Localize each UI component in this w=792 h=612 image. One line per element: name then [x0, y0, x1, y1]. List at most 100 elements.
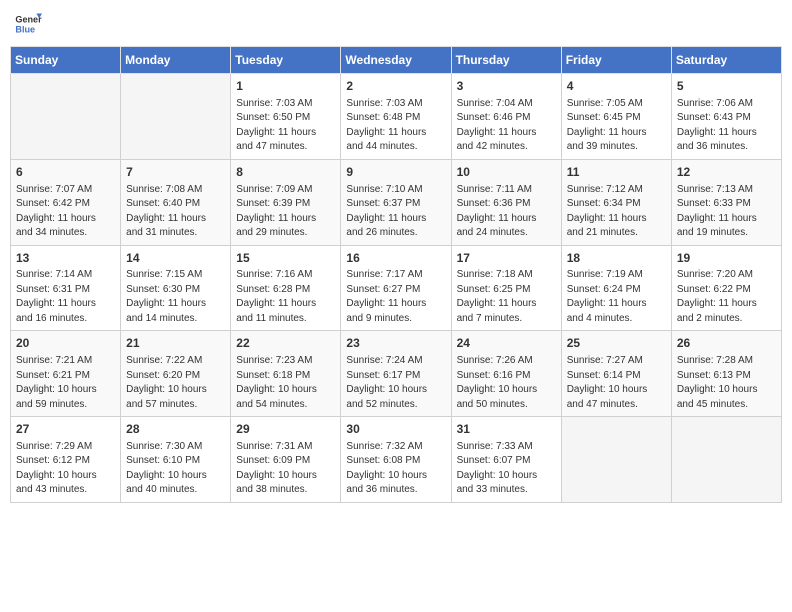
day-info: Sunrise: 7:07 AM Sunset: 6:42 PM Dayligh…	[16, 183, 115, 241]
calendar-cell: 27 Sunrise: 7:29 AM Sunset: 6:12 PM Dayli…	[11, 417, 121, 503]
day-info: Sunrise: 7:31 AM Sunset: 6:09 PM Dayligh…	[236, 440, 335, 498]
day-info: Sunrise: 7:04 AM Sunset: 6:46 PM Dayligh…	[457, 97, 556, 155]
day-number: 24	[457, 335, 556, 352]
day-number: 31	[457, 421, 556, 438]
day-number: 18	[567, 250, 666, 267]
day-info: Sunrise: 7:23 AM Sunset: 6:18 PM Dayligh…	[236, 354, 335, 412]
day-info: Sunrise: 7:32 AM Sunset: 6:08 PM Dayligh…	[346, 440, 445, 498]
day-number: 1	[236, 78, 335, 95]
day-info: Sunrise: 7:12 AM Sunset: 6:34 PM Dayligh…	[567, 183, 666, 241]
calendar-cell: 23 Sunrise: 7:24 AM Sunset: 6:17 PM Dayli…	[341, 331, 451, 417]
day-number: 8	[236, 164, 335, 181]
calendar-cell: 7Sunrise: 7:08 AM Sunset: 6:40 PM Daylig…	[121, 159, 231, 245]
calendar-cell: 13Sunrise: 7:14 AM Sunset: 6:31 PM Dayli…	[11, 245, 121, 331]
day-header-wednesday: Wednesday	[341, 47, 451, 74]
day-info: Sunrise: 7:20 AM Sunset: 6:22 PM Dayligh…	[677, 268, 776, 326]
calendar-cell: 12 Sunrise: 7:13 AM Sunset: 6:33 PM Dayli…	[671, 159, 781, 245]
calendar-cell: 8 Sunrise: 7:09 AM Sunset: 6:39 PM Daylig…	[231, 159, 341, 245]
day-info: Sunrise: 7:33 AM Sunset: 6:07 PM Dayligh…	[457, 440, 556, 498]
calendar-cell	[121, 74, 231, 160]
day-info: Sunrise: 7:03 AM Sunset: 6:48 PM Dayligh…	[346, 97, 445, 155]
day-info: Sunrise: 7:15 AM Sunset: 6:30 PM Dayligh…	[126, 268, 225, 326]
logo-icon: General Blue	[14, 10, 42, 38]
day-number: 28	[126, 421, 225, 438]
calendar-cell: 5 Sunrise: 7:06 AM Sunset: 6:43 PM Daylig…	[671, 74, 781, 160]
calendar-cell: 28 Sunrise: 7:30 AM Sunset: 6:10 PM Dayli…	[121, 417, 231, 503]
day-number: 21	[126, 335, 225, 352]
calendar-cell: 29 Sunrise: 7:31 AM Sunset: 6:09 PM Dayli…	[231, 417, 341, 503]
day-info: Sunrise: 7:06 AM Sunset: 6:43 PM Dayligh…	[677, 97, 776, 155]
calendar-cell: 9 Sunrise: 7:10 AM Sunset: 6:37 PM Daylig…	[341, 159, 451, 245]
day-header-saturday: Saturday	[671, 47, 781, 74]
day-info: Sunrise: 7:14 AM Sunset: 6:31 PM Dayligh…	[16, 268, 115, 326]
day-number: 19	[677, 250, 776, 267]
day-info: Sunrise: 7:05 AM Sunset: 6:45 PM Dayligh…	[567, 97, 666, 155]
day-header-tuesday: Tuesday	[231, 47, 341, 74]
calendar-week-row: 13Sunrise: 7:14 AM Sunset: 6:31 PM Dayli…	[11, 245, 782, 331]
calendar-cell: 31 Sunrise: 7:33 AM Sunset: 6:07 PM Dayli…	[451, 417, 561, 503]
day-info: Sunrise: 7:26 AM Sunset: 6:16 PM Dayligh…	[457, 354, 556, 412]
day-info: Sunrise: 7:16 AM Sunset: 6:28 PM Dayligh…	[236, 268, 335, 326]
day-info: Sunrise: 7:09 AM Sunset: 6:39 PM Dayligh…	[236, 183, 335, 241]
calendar-week-row: 20 Sunrise: 7:21 AM Sunset: 6:21 PM Dayli…	[11, 331, 782, 417]
calendar-cell: 10Sunrise: 7:11 AM Sunset: 6:36 PM Dayli…	[451, 159, 561, 245]
day-number: 9	[346, 164, 445, 181]
day-info: Sunrise: 7:10 AM Sunset: 6:37 PM Dayligh…	[346, 183, 445, 241]
day-info: Sunrise: 7:18 AM Sunset: 6:25 PM Dayligh…	[457, 268, 556, 326]
day-number: 26	[677, 335, 776, 352]
calendar-header-row: SundayMondayTuesdayWednesdayThursdayFrid…	[11, 47, 782, 74]
day-info: Sunrise: 7:13 AM Sunset: 6:33 PM Dayligh…	[677, 183, 776, 241]
day-info: Sunrise: 7:28 AM Sunset: 6:13 PM Dayligh…	[677, 354, 776, 412]
calendar-cell: 26 Sunrise: 7:28 AM Sunset: 6:13 PM Dayli…	[671, 331, 781, 417]
calendar-cell: 3 Sunrise: 7:04 AM Sunset: 6:46 PM Daylig…	[451, 74, 561, 160]
day-header-friday: Friday	[561, 47, 671, 74]
day-number: 10	[457, 164, 556, 181]
day-number: 27	[16, 421, 115, 438]
calendar-cell: 1 Sunrise: 7:03 AM Sunset: 6:50 PM Daylig…	[231, 74, 341, 160]
day-header-monday: Monday	[121, 47, 231, 74]
calendar-table: SundayMondayTuesdayWednesdayThursdayFrid…	[10, 46, 782, 503]
day-number: 12	[677, 164, 776, 181]
day-info: Sunrise: 7:27 AM Sunset: 6:14 PM Dayligh…	[567, 354, 666, 412]
day-info: Sunrise: 7:22 AM Sunset: 6:20 PM Dayligh…	[126, 354, 225, 412]
day-number: 20	[16, 335, 115, 352]
day-header-thursday: Thursday	[451, 47, 561, 74]
day-info: Sunrise: 7:29 AM Sunset: 6:12 PM Dayligh…	[16, 440, 115, 498]
calendar-cell: 17Sunrise: 7:18 AM Sunset: 6:25 PM Dayli…	[451, 245, 561, 331]
calendar-cell: 20 Sunrise: 7:21 AM Sunset: 6:21 PM Dayli…	[11, 331, 121, 417]
day-info: Sunrise: 7:19 AM Sunset: 6:24 PM Dayligh…	[567, 268, 666, 326]
calendar-cell	[671, 417, 781, 503]
calendar-cell: 24 Sunrise: 7:26 AM Sunset: 6:16 PM Dayli…	[451, 331, 561, 417]
page-header: General Blue	[10, 10, 782, 38]
day-number: 30	[346, 421, 445, 438]
day-number: 13	[16, 250, 115, 267]
day-number: 6	[16, 164, 115, 181]
day-number: 4	[567, 78, 666, 95]
day-number: 15	[236, 250, 335, 267]
day-info: Sunrise: 7:17 AM Sunset: 6:27 PM Dayligh…	[346, 268, 445, 326]
calendar-cell: 25 Sunrise: 7:27 AM Sunset: 6:14 PM Dayli…	[561, 331, 671, 417]
day-number: 23	[346, 335, 445, 352]
calendar-cell: 30 Sunrise: 7:32 AM Sunset: 6:08 PM Dayli…	[341, 417, 451, 503]
calendar-cell: 15Sunrise: 7:16 AM Sunset: 6:28 PM Dayli…	[231, 245, 341, 331]
day-header-sunday: Sunday	[11, 47, 121, 74]
day-number: 29	[236, 421, 335, 438]
day-number: 16	[346, 250, 445, 267]
calendar-cell: 22Sunrise: 7:23 AM Sunset: 6:18 PM Dayli…	[231, 331, 341, 417]
day-number: 25	[567, 335, 666, 352]
day-info: Sunrise: 7:21 AM Sunset: 6:21 PM Dayligh…	[16, 354, 115, 412]
day-number: 5	[677, 78, 776, 95]
calendar-cell: 19Sunrise: 7:20 AM Sunset: 6:22 PM Dayli…	[671, 245, 781, 331]
day-info: Sunrise: 7:30 AM Sunset: 6:10 PM Dayligh…	[126, 440, 225, 498]
calendar-cell: 6 Sunrise: 7:07 AM Sunset: 6:42 PM Daylig…	[11, 159, 121, 245]
day-info: Sunrise: 7:24 AM Sunset: 6:17 PM Dayligh…	[346, 354, 445, 412]
calendar-cell: 2Sunrise: 7:03 AM Sunset: 6:48 PM Daylig…	[341, 74, 451, 160]
calendar-cell: 14Sunrise: 7:15 AM Sunset: 6:30 PM Dayli…	[121, 245, 231, 331]
calendar-cell: 21 Sunrise: 7:22 AM Sunset: 6:20 PM Dayli…	[121, 331, 231, 417]
calendar-cell	[11, 74, 121, 160]
day-info: Sunrise: 7:03 AM Sunset: 6:50 PM Dayligh…	[236, 97, 335, 155]
calendar-week-row: 6 Sunrise: 7:07 AM Sunset: 6:42 PM Daylig…	[11, 159, 782, 245]
day-number: 3	[457, 78, 556, 95]
calendar-cell: 16Sunrise: 7:17 AM Sunset: 6:27 PM Dayli…	[341, 245, 451, 331]
calendar-cell: 18Sunrise: 7:19 AM Sunset: 6:24 PM Dayli…	[561, 245, 671, 331]
